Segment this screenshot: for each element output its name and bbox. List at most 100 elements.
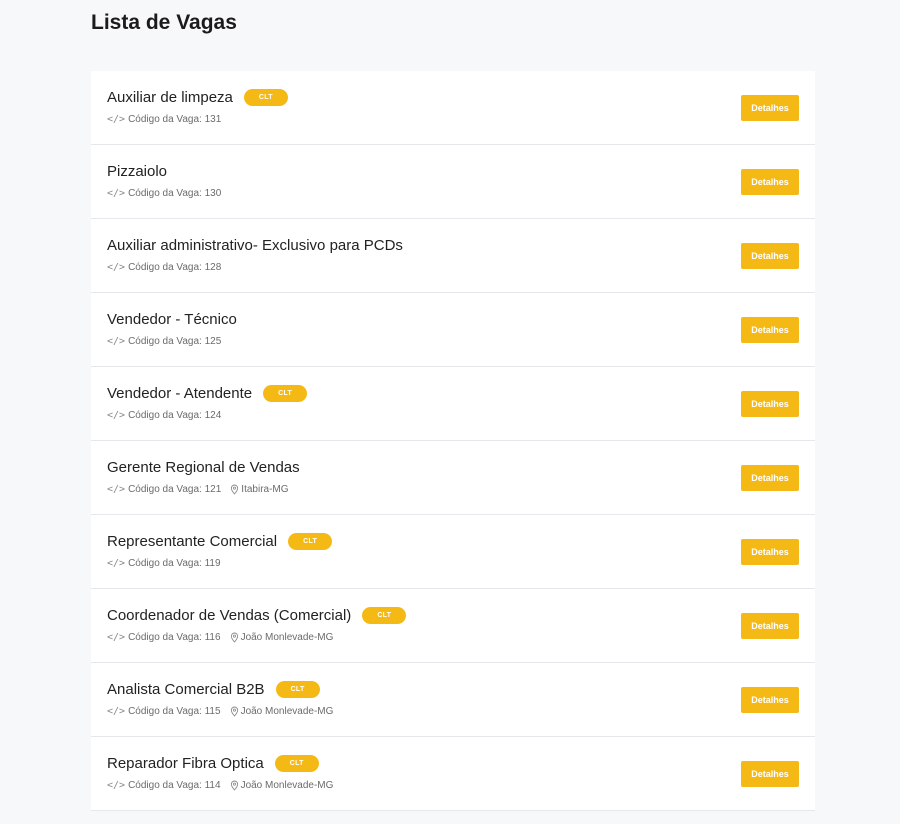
code-icon: </> bbox=[107, 188, 126, 199]
job-title-line: Pizzaiolo bbox=[107, 161, 167, 181]
job-title-line: Analista Comercial B2B CLT bbox=[107, 679, 320, 699]
job-title-line: Representante Comercial CLT bbox=[107, 531, 333, 551]
code-icon: </> bbox=[107, 558, 126, 569]
job-title: Auxiliar de limpeza bbox=[107, 88, 233, 106]
clt-badge: CLT bbox=[362, 606, 407, 624]
job-title: Vendedor - Atendente bbox=[107, 384, 253, 402]
job-code-value: 125 bbox=[204, 336, 222, 347]
job-title-line: Gerente Regional de Vendas bbox=[107, 457, 300, 477]
details-button[interactable]: Detalhes bbox=[741, 761, 799, 787]
code-icon: </> bbox=[107, 706, 126, 717]
job-title-line: Auxiliar de limpeza CLT bbox=[107, 87, 288, 107]
job-row: Auxiliar administrativo- Exclusivo para … bbox=[91, 219, 815, 293]
job-code: </> Código da Vaga: 114 bbox=[107, 780, 221, 791]
location-pin-icon bbox=[230, 632, 238, 643]
job-meta: </> Código da Vaga: 128 bbox=[107, 262, 221, 273]
location-pin-icon bbox=[230, 706, 238, 717]
job-code-value: 119 bbox=[204, 558, 221, 569]
job-row: Coordenador de Vendas (Comercial) CLT </> C… bbox=[91, 589, 815, 663]
job-location-text: João Monlevade-MG bbox=[240, 780, 334, 791]
job-code-label: Código da Vaga: bbox=[128, 558, 202, 569]
job-title: Vendedor - Técnico bbox=[107, 310, 237, 328]
job-row: Reparador Fibra Optica CLT </> Código da Va… bbox=[91, 737, 815, 811]
job-code: </> Código da Vaga: 128 bbox=[107, 262, 221, 273]
job-code-value: 115 bbox=[204, 706, 221, 717]
job-meta: </> Código da Vaga: 124 bbox=[107, 410, 221, 421]
job-code-label: Código da Vaga: bbox=[128, 114, 202, 125]
job-code-value: 121 bbox=[204, 484, 222, 495]
page-title: Lista de Vagas bbox=[91, 11, 237, 34]
job-title: Pizzaiolo bbox=[107, 162, 168, 180]
code-icon: </> bbox=[107, 632, 126, 643]
job-title-line: Auxiliar administrativo- Exclusivo para … bbox=[107, 235, 403, 255]
job-location-text: João Monlevade-MG bbox=[240, 706, 334, 717]
code-icon: </> bbox=[107, 780, 126, 791]
details-button[interactable]: Detalhes bbox=[741, 169, 799, 195]
clt-badge: CLT bbox=[275, 680, 320, 698]
job-code-label: Código da Vaga: bbox=[128, 262, 202, 273]
job-meta: </> Código da Vaga: 131 bbox=[107, 114, 221, 125]
job-row: Analista Comercial B2B CLT </> Código da Va… bbox=[91, 663, 815, 737]
job-meta: </> Código da Vaga: 114 João Monlevade-MG bbox=[107, 780, 333, 791]
job-location: João Monlevade-MG bbox=[230, 780, 334, 791]
job-row: Pizzaiolo </> Código da Vaga: 130 Detalhes bbox=[91, 145, 815, 219]
job-code-value: 130 bbox=[204, 188, 222, 199]
job-meta: </> Código da Vaga: 119 bbox=[107, 558, 221, 569]
job-location-text: Itabira-MG bbox=[241, 484, 289, 495]
details-button[interactable]: Detalhes bbox=[741, 317, 799, 343]
job-location-text: João Monlevade-MG bbox=[240, 632, 334, 643]
job-code: </> Código da Vaga: 119 bbox=[107, 558, 221, 569]
job-list: Auxiliar de limpeza CLT </> Código da Vaga:… bbox=[91, 71, 815, 811]
code-icon: </> bbox=[107, 484, 126, 495]
job-code-value: 131 bbox=[204, 114, 222, 125]
job-row: Vendedor - Técnico </> Código da Vaga: 125… bbox=[91, 293, 815, 367]
job-row: Gerente Regional de Vendas </> Código da V… bbox=[91, 441, 815, 515]
job-meta: </> Código da Vaga: 115 João Monlevade-MG bbox=[107, 706, 333, 717]
job-code: </> Código da Vaga: 130 bbox=[107, 188, 221, 199]
details-button[interactable]: Detalhes bbox=[741, 613, 799, 639]
details-button[interactable]: Detalhes bbox=[741, 243, 799, 269]
job-meta: </> Código da Vaga: 121 Itabira-MG bbox=[107, 484, 289, 495]
job-row: Vendedor - Atendente CLT </> Código da Vaga… bbox=[91, 367, 815, 441]
job-code-value: 116 bbox=[204, 632, 221, 643]
location-pin-icon bbox=[231, 484, 239, 495]
code-icon: </> bbox=[107, 262, 126, 273]
job-location: João Monlevade-MG bbox=[230, 632, 334, 643]
clt-badge: CLT bbox=[274, 754, 319, 772]
details-button[interactable]: Detalhes bbox=[741, 687, 799, 713]
job-location: João Monlevade-MG bbox=[230, 706, 334, 717]
job-row: Auxiliar de limpeza CLT </> Código da Vaga:… bbox=[91, 71, 815, 145]
job-code: </> Código da Vaga: 121 bbox=[107, 484, 221, 495]
job-code-value: 128 bbox=[204, 262, 222, 273]
location-pin-icon bbox=[230, 780, 238, 791]
clt-badge: CLT bbox=[288, 532, 333, 550]
job-meta: </> Código da Vaga: 116 João Monlevade-MG bbox=[107, 632, 333, 643]
code-icon: </> bbox=[107, 410, 126, 421]
code-icon: </> bbox=[107, 114, 126, 125]
job-location: Itabira-MG bbox=[230, 484, 289, 495]
job-title: Analista Comercial B2B bbox=[107, 680, 265, 698]
details-button[interactable]: Detalhes bbox=[741, 95, 799, 121]
job-code-label: Código da Vaga: bbox=[128, 780, 202, 791]
clt-badge: CLT bbox=[263, 384, 308, 402]
job-row: Representante Comercial CLT </> Código da V… bbox=[91, 515, 815, 589]
clt-badge: CLT bbox=[243, 88, 288, 106]
details-button[interactable]: Detalhes bbox=[741, 539, 799, 565]
job-code: </> Código da Vaga: 115 bbox=[107, 706, 221, 717]
job-code-label: Código da Vaga: bbox=[128, 188, 202, 199]
job-title-line: Coordenador de Vendas (Comercial) CLT bbox=[107, 605, 407, 625]
job-meta: </> Código da Vaga: 130 bbox=[107, 188, 221, 199]
details-button[interactable]: Detalhes bbox=[741, 391, 799, 417]
details-button[interactable]: Detalhes bbox=[741, 465, 799, 491]
job-code-label: Código da Vaga: bbox=[128, 410, 202, 421]
job-code: </> Código da Vaga: 124 bbox=[107, 410, 221, 421]
job-title-line: Reparador Fibra Optica CLT bbox=[107, 753, 319, 773]
job-meta: </> Código da Vaga: 125 bbox=[107, 336, 221, 347]
job-code-label: Código da Vaga: bbox=[128, 706, 202, 717]
job-title: Coordenador de Vendas (Comercial) bbox=[107, 606, 352, 624]
job-title: Reparador Fibra Optica bbox=[107, 754, 264, 772]
job-code: </> Código da Vaga: 116 bbox=[107, 632, 221, 643]
code-icon: </> bbox=[107, 336, 126, 347]
job-code-label: Código da Vaga: bbox=[128, 336, 202, 347]
job-code-label: Código da Vaga: bbox=[128, 632, 202, 643]
